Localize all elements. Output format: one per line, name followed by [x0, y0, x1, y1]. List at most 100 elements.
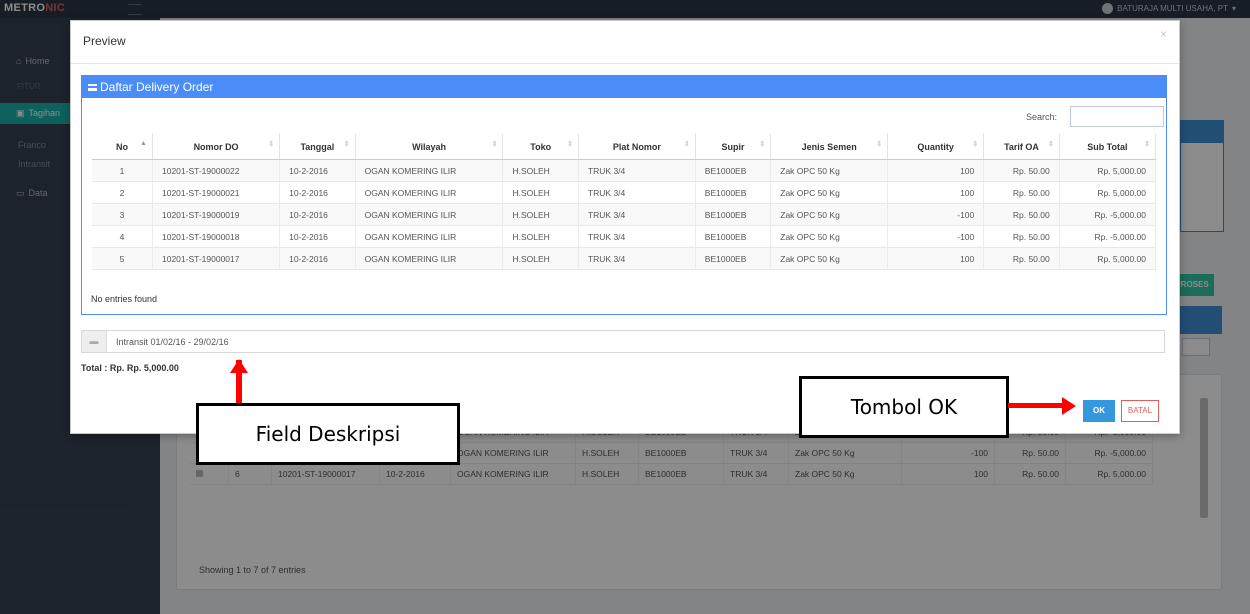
column-label: Wilayah: [412, 141, 447, 152]
table-cell: OGAN KOMERING ILIR: [355, 203, 504, 226]
table-cell: 100: [887, 159, 985, 182]
column-label: Jenis Semen: [801, 141, 857, 152]
table-cell: H.SOLEH: [502, 225, 579, 248]
column-header[interactable]: Toko ⇕: [502, 134, 579, 160]
table-cell: 10201-ST-19000021: [152, 181, 281, 204]
sort-icon: ▲: [140, 140, 147, 147]
description-value: Intransit 01/02/16 - 29/02/16: [116, 337, 229, 347]
table-cell: H.SOLEH: [502, 247, 579, 270]
total-amount: Total : Rp. Rp. 5,000.00: [81, 363, 179, 373]
table-cell: Zak OPC 50 Kg: [770, 181, 889, 204]
table-cell: H.SOLEH: [502, 203, 579, 226]
column-label: Nomor DO: [193, 141, 239, 152]
column-header[interactable]: Sub Total ⇕: [1059, 134, 1157, 160]
sort-icon: ⇕: [1144, 141, 1150, 148]
sort-icon: ⇕: [683, 141, 690, 148]
column-header[interactable]: Supir ⇕: [695, 134, 772, 160]
table-cell: BE1000EB: [695, 225, 772, 248]
table-cell: TRUK 3/4: [578, 203, 696, 226]
column-header[interactable]: No ▲: [92, 134, 153, 160]
text-field-icon: ▬: [82, 331, 107, 352]
table-row[interactable]: 2 10201-ST-19000021 10-2-2016 OGAN KOMERING…: [92, 181, 1157, 204]
table-cell: TRUK 3/4: [578, 159, 696, 182]
arrow-up-head: [230, 359, 248, 373]
table-cell: 5: [92, 247, 153, 270]
batal-button[interactable]: BATAL: [1121, 400, 1159, 422]
table-cell: Rp. 50.00: [983, 225, 1060, 248]
column-label: Quantity: [917, 141, 954, 152]
column-header[interactable]: Wilayah ⇕: [355, 134, 504, 160]
sort-icon: ⇕: [759, 141, 766, 148]
sort-icon: ⇕: [972, 141, 979, 148]
table-cell: Rp. 5,000.00: [1059, 181, 1157, 204]
table-cell: TRUK 3/4: [578, 181, 696, 204]
column-label: No: [115, 141, 128, 152]
table-cell: H.SOLEH: [502, 181, 579, 204]
table-cell: TRUK 3/4: [578, 247, 696, 270]
table-cell: 100: [887, 247, 985, 270]
table-cell: BE1000EB: [695, 203, 772, 226]
table-cell: 10-2-2016: [279, 159, 356, 182]
table-row[interactable]: 5 10201-ST-19000017 10-2-2016 OGAN KOMERING…: [92, 247, 1157, 270]
search-label: Search:: [1026, 112, 1058, 122]
table-cell: OGAN KOMERING ILIR: [355, 247, 504, 270]
table-cell: OGAN KOMERING ILIR: [355, 159, 504, 182]
sort-icon: ⇕: [567, 141, 573, 148]
close-icon[interactable]: ×: [1160, 27, 1167, 41]
table-cell: Zak OPC 50 Kg: [770, 159, 889, 182]
arrow-right-head: [1062, 397, 1076, 415]
delivery-order-table: No ▲ Nomor DO ⇕ Tanggal ⇕ Wilayah ⇕ Toko ⇕ Plat No…: [92, 134, 1157, 270]
table-cell: OGAN KOMERING ILIR: [355, 225, 504, 248]
no-entries-text: No entries found: [91, 294, 158, 304]
table-cell: BE1000EB: [695, 181, 772, 204]
table-cell: BE1000EB: [695, 247, 772, 270]
table-cell: TRUK 3/4: [578, 225, 696, 248]
sort-icon: ⇕: [1047, 141, 1054, 148]
callout-tombol-ok: Tombol OK: [799, 376, 1009, 438]
column-label: Tanggal: [300, 141, 335, 152]
table-cell: -100: [887, 225, 985, 248]
column-label: Toko: [530, 141, 552, 152]
column-header[interactable]: Nomor DO ⇕: [152, 134, 281, 160]
column-label: Supir: [721, 141, 745, 152]
table-cell: BE1000EB: [695, 159, 772, 182]
arrow-right-annotation: [1008, 403, 1064, 408]
column-header[interactable]: Plat Nomor ⇕: [578, 134, 696, 160]
column-header[interactable]: Jenis Semen ⇕: [770, 134, 889, 160]
search-input[interactable]: [1070, 106, 1164, 127]
table-cell: 10201-ST-19000019: [152, 203, 281, 226]
description-field[interactable]: ▬ Intransit 01/02/16 - 29/02/16: [81, 330, 1165, 353]
table-row[interactable]: 4 10201-ST-19000018 10-2-2016 OGAN KOMERING…: [92, 225, 1157, 248]
table-cell: 10201-ST-19000018: [152, 225, 281, 248]
column-label: Sub Total: [1087, 141, 1128, 152]
table-cell: Rp. 50.00: [983, 203, 1060, 226]
table-cell: 2: [92, 181, 153, 204]
table-cell: 10-2-2016: [279, 203, 356, 226]
table-cell: 4: [92, 225, 153, 248]
table-cell: Rp. 5,000.00: [1059, 247, 1157, 270]
sort-icon: ⇕: [491, 141, 498, 148]
table-cell: H.SOLEH: [502, 159, 579, 182]
table-cell: -100: [887, 203, 985, 226]
column-header[interactable]: Quantity ⇕: [887, 134, 985, 160]
table-cell: 10201-ST-19000022: [152, 159, 281, 182]
table-cell: Zak OPC 50 Kg: [770, 247, 889, 270]
list-icon: [88, 84, 97, 92]
table-cell: 10-2-2016: [279, 225, 356, 248]
table-cell: Zak OPC 50 Kg: [770, 203, 889, 226]
table-cell: Zak OPC 50 Kg: [770, 225, 889, 248]
table-cell: 3: [92, 203, 153, 226]
table-cell: 10-2-2016: [279, 247, 356, 270]
panel-header: Daftar Delivery Order: [82, 76, 1166, 98]
column-header[interactable]: Tanggal ⇕: [279, 134, 356, 160]
table-cell: Rp. 50.00: [983, 247, 1060, 270]
column-header[interactable]: Tarif OA ⇕: [983, 134, 1060, 160]
table-cell: Rp. -5,000.00: [1059, 203, 1157, 226]
modal-divider: [71, 63, 1179, 64]
table-row[interactable]: 1 10201-ST-19000022 10-2-2016 OGAN KOMERING…: [92, 159, 1157, 182]
ok-button[interactable]: OK: [1083, 400, 1115, 422]
table-cell: Rp. 5,000.00: [1059, 159, 1157, 182]
sort-icon: ⇕: [343, 141, 350, 148]
table-row[interactable]: 3 10201-ST-19000019 10-2-2016 OGAN KOMERING…: [92, 203, 1157, 226]
table-cell: 10201-ST-19000017: [152, 247, 281, 270]
